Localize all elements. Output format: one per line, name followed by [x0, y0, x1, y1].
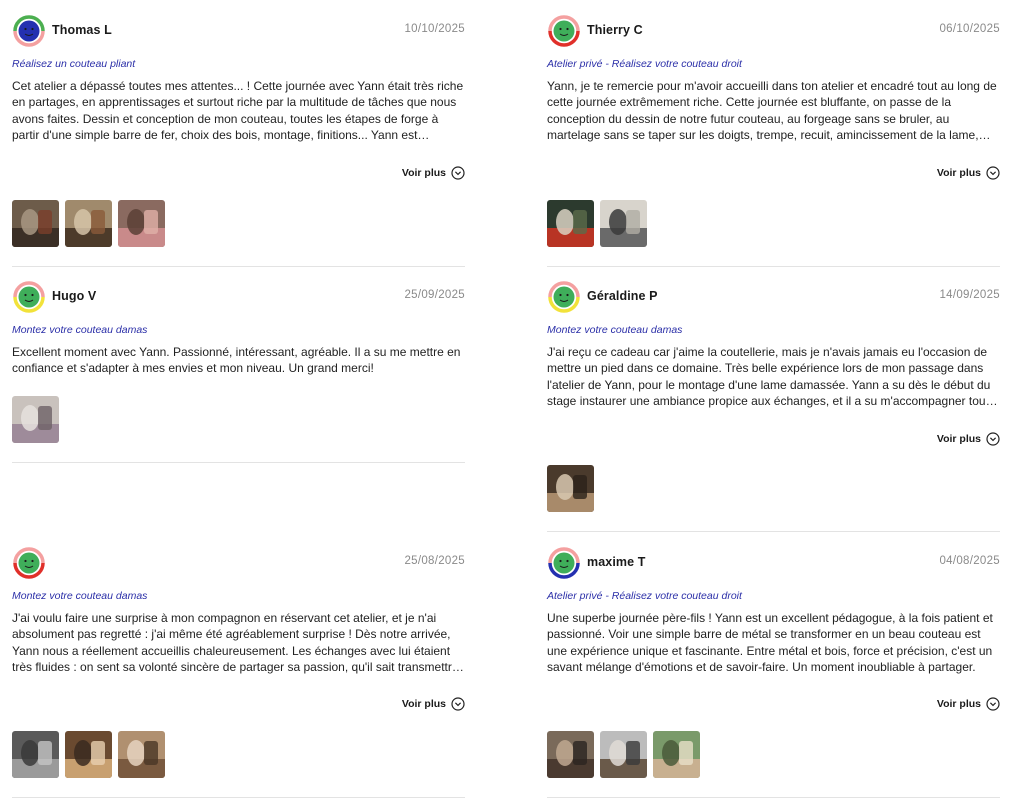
avatar [12, 546, 46, 580]
voir-plus-label: Voir plus [401, 167, 446, 179]
review-text: Yann, je te remercie pour m'avoir accuei… [547, 79, 997, 142]
review-card: Hugo V 25/09/2025 Montez votre couteau d… [12, 280, 465, 464]
review-text: Excellent moment avec Yann. Passionné, i… [12, 345, 461, 376]
voir-plus-button[interactable]: Voir plus [937, 166, 1000, 180]
photo-forge-man[interactable] [547, 731, 594, 778]
voir-plus-button[interactable]: Voir plus [402, 166, 465, 180]
review-header: 25/08/2025 [12, 546, 465, 580]
chevron-down-icon [986, 432, 1000, 446]
photo-knife-fruit[interactable] [547, 200, 594, 247]
review-divider [12, 797, 465, 798]
review-date: 10/10/2025 [404, 23, 465, 35]
voir-plus-button[interactable]: Voir plus [402, 697, 465, 711]
review-text: J'ai reçu ce cadeau car j'aime la coutel… [547, 345, 991, 408]
review-photos [547, 465, 594, 512]
product-link[interactable]: Atelier privé - Réalisez votre couteau d… [547, 58, 742, 70]
avatar [547, 280, 581, 314]
voir-plus-button[interactable]: Voir plus [937, 697, 1000, 711]
review-photos [12, 396, 59, 443]
product-link[interactable]: Montez votre couteau damas [547, 324, 682, 336]
product-link[interactable]: Montez votre couteau damas [12, 324, 147, 336]
photo-hands-knife[interactable] [118, 731, 165, 778]
chevron-down-icon [986, 166, 1000, 180]
review-date: 04/08/2025 [939, 555, 1000, 567]
review-date: 14/09/2025 [939, 289, 1000, 301]
chevron-down-icon [986, 697, 1000, 711]
chevron-down-icon [451, 697, 465, 711]
review-divider [547, 797, 1000, 798]
review-card: Thomas L 10/10/2025 Réalisez un couteau … [12, 14, 465, 267]
photo-outdoor-man[interactable] [653, 731, 700, 778]
avatar [12, 280, 46, 314]
product-link[interactable]: Atelier privé - Réalisez votre couteau d… [547, 590, 742, 602]
photo-apron-workshop[interactable] [12, 200, 59, 247]
review-date: 06/10/2025 [939, 23, 1000, 35]
product-link[interactable]: Montez votre couteau damas [12, 590, 147, 602]
reviewer-name: Hugo V [52, 289, 97, 303]
reviewer-name: maxime T [587, 555, 646, 569]
review-divider [12, 462, 465, 463]
review-card: maxime T 04/08/2025 Atelier privé - Réal… [547, 546, 1000, 799]
review-card: Thierry C 06/10/2025 Atelier privé - Réa… [547, 14, 1000, 267]
review-header: Thomas L 10/10/2025 [12, 14, 465, 48]
voir-plus-label: Voir plus [401, 698, 446, 710]
review-date: 25/08/2025 [404, 555, 465, 567]
voir-plus-label: Voir plus [936, 167, 981, 179]
review-photos [12, 731, 165, 778]
review-text: Une superbe journée père-fils ! Yann est… [547, 611, 993, 674]
photo-grinder[interactable] [600, 731, 647, 778]
avatar [547, 14, 581, 48]
review-card: 25/08/2025 Montez votre couteau damas J'… [12, 546, 465, 799]
reviewer-name: Thierry C [587, 23, 643, 37]
review-date: 25/09/2025 [404, 289, 465, 301]
review-photos [547, 731, 700, 778]
photo-damas-blade[interactable] [12, 396, 59, 443]
reviewer-name: Géraldine P [587, 289, 658, 303]
review-header: Hugo V 25/09/2025 [12, 280, 465, 314]
photo-knife-box[interactable] [12, 731, 59, 778]
photo-man-sanding[interactable] [65, 731, 112, 778]
voir-plus-label: Voir plus [936, 433, 981, 445]
avatar [547, 546, 581, 580]
review-text: J'ai voulu faire une surprise à mon comp… [12, 611, 459, 674]
photo-workbench[interactable] [547, 465, 594, 512]
review-header: maxime T 04/08/2025 [547, 546, 1000, 580]
reviewer-name: Thomas L [52, 23, 112, 37]
review-divider [547, 266, 1000, 267]
voir-plus-label: Voir plus [936, 698, 981, 710]
avatar [12, 14, 46, 48]
photo-hands-working[interactable] [65, 200, 112, 247]
chevron-down-icon [451, 166, 465, 180]
review-card: Géraldine P 14/09/2025 Montez votre cout… [547, 280, 1000, 533]
photo-pink-apron[interactable] [118, 200, 165, 247]
review-photos [547, 200, 647, 247]
review-header: Thierry C 06/10/2025 [547, 14, 1000, 48]
review-header: Géraldine P 14/09/2025 [547, 280, 1000, 314]
voir-plus-button[interactable]: Voir plus [937, 432, 1000, 446]
photo-knife-table[interactable] [600, 200, 647, 247]
review-text: Cet atelier a dépassé toutes mes attente… [12, 79, 464, 142]
review-divider [12, 266, 465, 267]
review-photos [12, 200, 165, 247]
review-divider [547, 531, 1000, 532]
product-link[interactable]: Réalisez un couteau pliant [12, 58, 135, 70]
